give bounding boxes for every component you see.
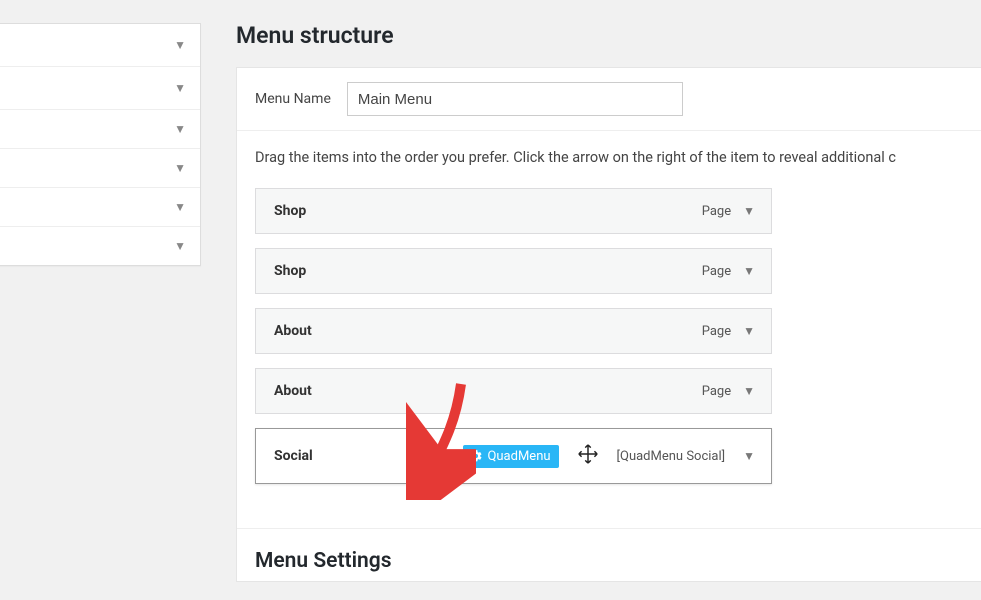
menu-item[interactable]: Shop Page ▼ <box>255 188 772 234</box>
accordion-item[interactable]: ▼ <box>0 148 200 187</box>
move-cursor-icon <box>577 443 599 469</box>
caret-down-icon[interactable]: ▼ <box>743 384 755 398</box>
menu-item-type: Page <box>702 204 731 219</box>
caret-down-icon: ▼ <box>174 161 186 175</box>
menu-name-label: Menu Name <box>255 91 331 107</box>
caret-down-icon[interactable]: ▼ <box>743 449 755 463</box>
caret-down-icon[interactable]: ▼ <box>743 264 755 278</box>
menu-item-title: About <box>274 383 312 399</box>
menu-item-selected[interactable]: Social QuadMenu [QuadMenu Social] ▼ <box>255 428 772 484</box>
menu-name-row: Menu Name <box>237 68 981 131</box>
quadmenu-badge[interactable]: QuadMenu <box>463 445 558 468</box>
menu-item-type: Page <box>702 264 731 279</box>
caret-down-icon[interactable]: ▼ <box>743 204 755 218</box>
menu-item[interactable]: About Page ▼ <box>255 308 772 354</box>
help-text: Drag the items into the order you prefer… <box>237 131 981 188</box>
accordion-item[interactable]: ▼ <box>0 187 200 226</box>
sidebar-accordion: ms ▼ hives ▼ ▼ ▼ ▼ ▼ <box>0 23 201 266</box>
menu-item-title: Shop <box>274 263 306 279</box>
menu-item-title: Social <box>274 448 313 464</box>
quadmenu-badge-label: QuadMenu <box>487 449 550 464</box>
menu-name-input[interactable] <box>347 82 683 116</box>
accordion-item[interactable]: ms ▼ <box>0 24 200 66</box>
gear-icon <box>469 449 483 463</box>
caret-down-icon: ▼ <box>174 38 186 52</box>
menu-item[interactable]: Shop Page ▼ <box>255 248 772 294</box>
caret-down-icon[interactable]: ▼ <box>743 324 755 338</box>
menu-item-type: Page <box>702 324 731 339</box>
menu-item[interactable]: About Page ▼ <box>255 368 772 414</box>
caret-down-icon: ▼ <box>174 239 186 253</box>
menu-item-type: [QuadMenu Social] <box>617 449 726 464</box>
main-content: Menu structure Menu Name Drag the items … <box>236 22 981 582</box>
accordion-item[interactable]: ▼ <box>0 226 200 265</box>
caret-down-icon: ▼ <box>174 122 186 136</box>
menu-items-list: Shop Page ▼ Shop Page ▼ About Page ▼ <box>237 188 981 528</box>
menu-item-type: Page <box>702 384 731 399</box>
menu-item-title: About <box>274 323 312 339</box>
accordion-item[interactable]: hives ▼ <box>0 66 200 109</box>
menu-settings-heading: Menu Settings <box>237 528 981 581</box>
caret-down-icon: ▼ <box>174 81 186 95</box>
menu-item-title: Shop <box>274 203 306 219</box>
caret-down-icon: ▼ <box>174 200 186 214</box>
menu-structure-box: Menu Name Drag the items into the order … <box>236 67 981 582</box>
accordion-item[interactable]: ▼ <box>0 109 200 148</box>
menu-structure-heading: Menu structure <box>236 22 981 49</box>
